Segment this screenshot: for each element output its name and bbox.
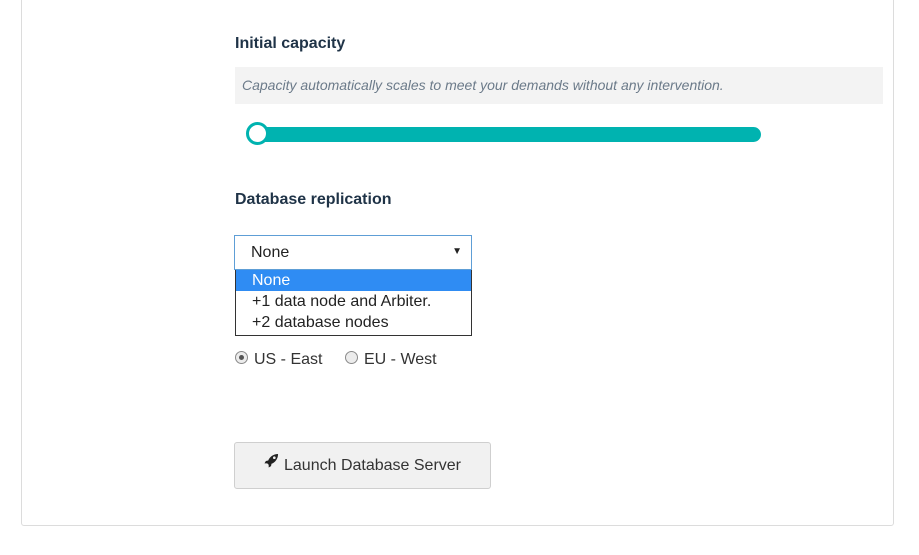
launch-database-server-button[interactable]: Launch Database Server <box>234 442 491 489</box>
replication-select-value: None <box>251 244 290 261</box>
replication-dropdown-list: None +1 data node and Arbiter. +2 databa… <box>235 270 472 336</box>
replication-option-data-node-arbiter[interactable]: +1 data node and Arbiter. <box>236 291 471 312</box>
capacity-slider-track[interactable] <box>247 127 761 142</box>
capacity-slider-handle[interactable] <box>246 122 269 145</box>
radio-checked-icon[interactable] <box>235 351 248 365</box>
replication-select[interactable]: None ▼ <box>234 235 472 270</box>
region-option-label: US - East <box>254 351 323 368</box>
launch-button-label: Launch Database Server <box>284 457 461 474</box>
rocket-icon <box>264 441 279 486</box>
replication-option-none[interactable]: None <box>236 270 471 291</box>
chevron-down-icon: ▼ <box>452 246 462 257</box>
initial-capacity-label: Initial capacity <box>235 35 346 52</box>
region-option-eu-west[interactable]: EU - West <box>345 349 437 371</box>
replication-option-two-nodes[interactable]: +2 database nodes <box>236 312 471 333</box>
region-option-label: EU - West <box>364 351 437 368</box>
database-replication-label: Database replication <box>235 191 392 208</box>
region-option-us-east[interactable]: US - East <box>235 349 322 371</box>
radio-unchecked-icon[interactable] <box>345 351 358 365</box>
capacity-help-text: Capacity automatically scales to meet yo… <box>235 67 883 104</box>
